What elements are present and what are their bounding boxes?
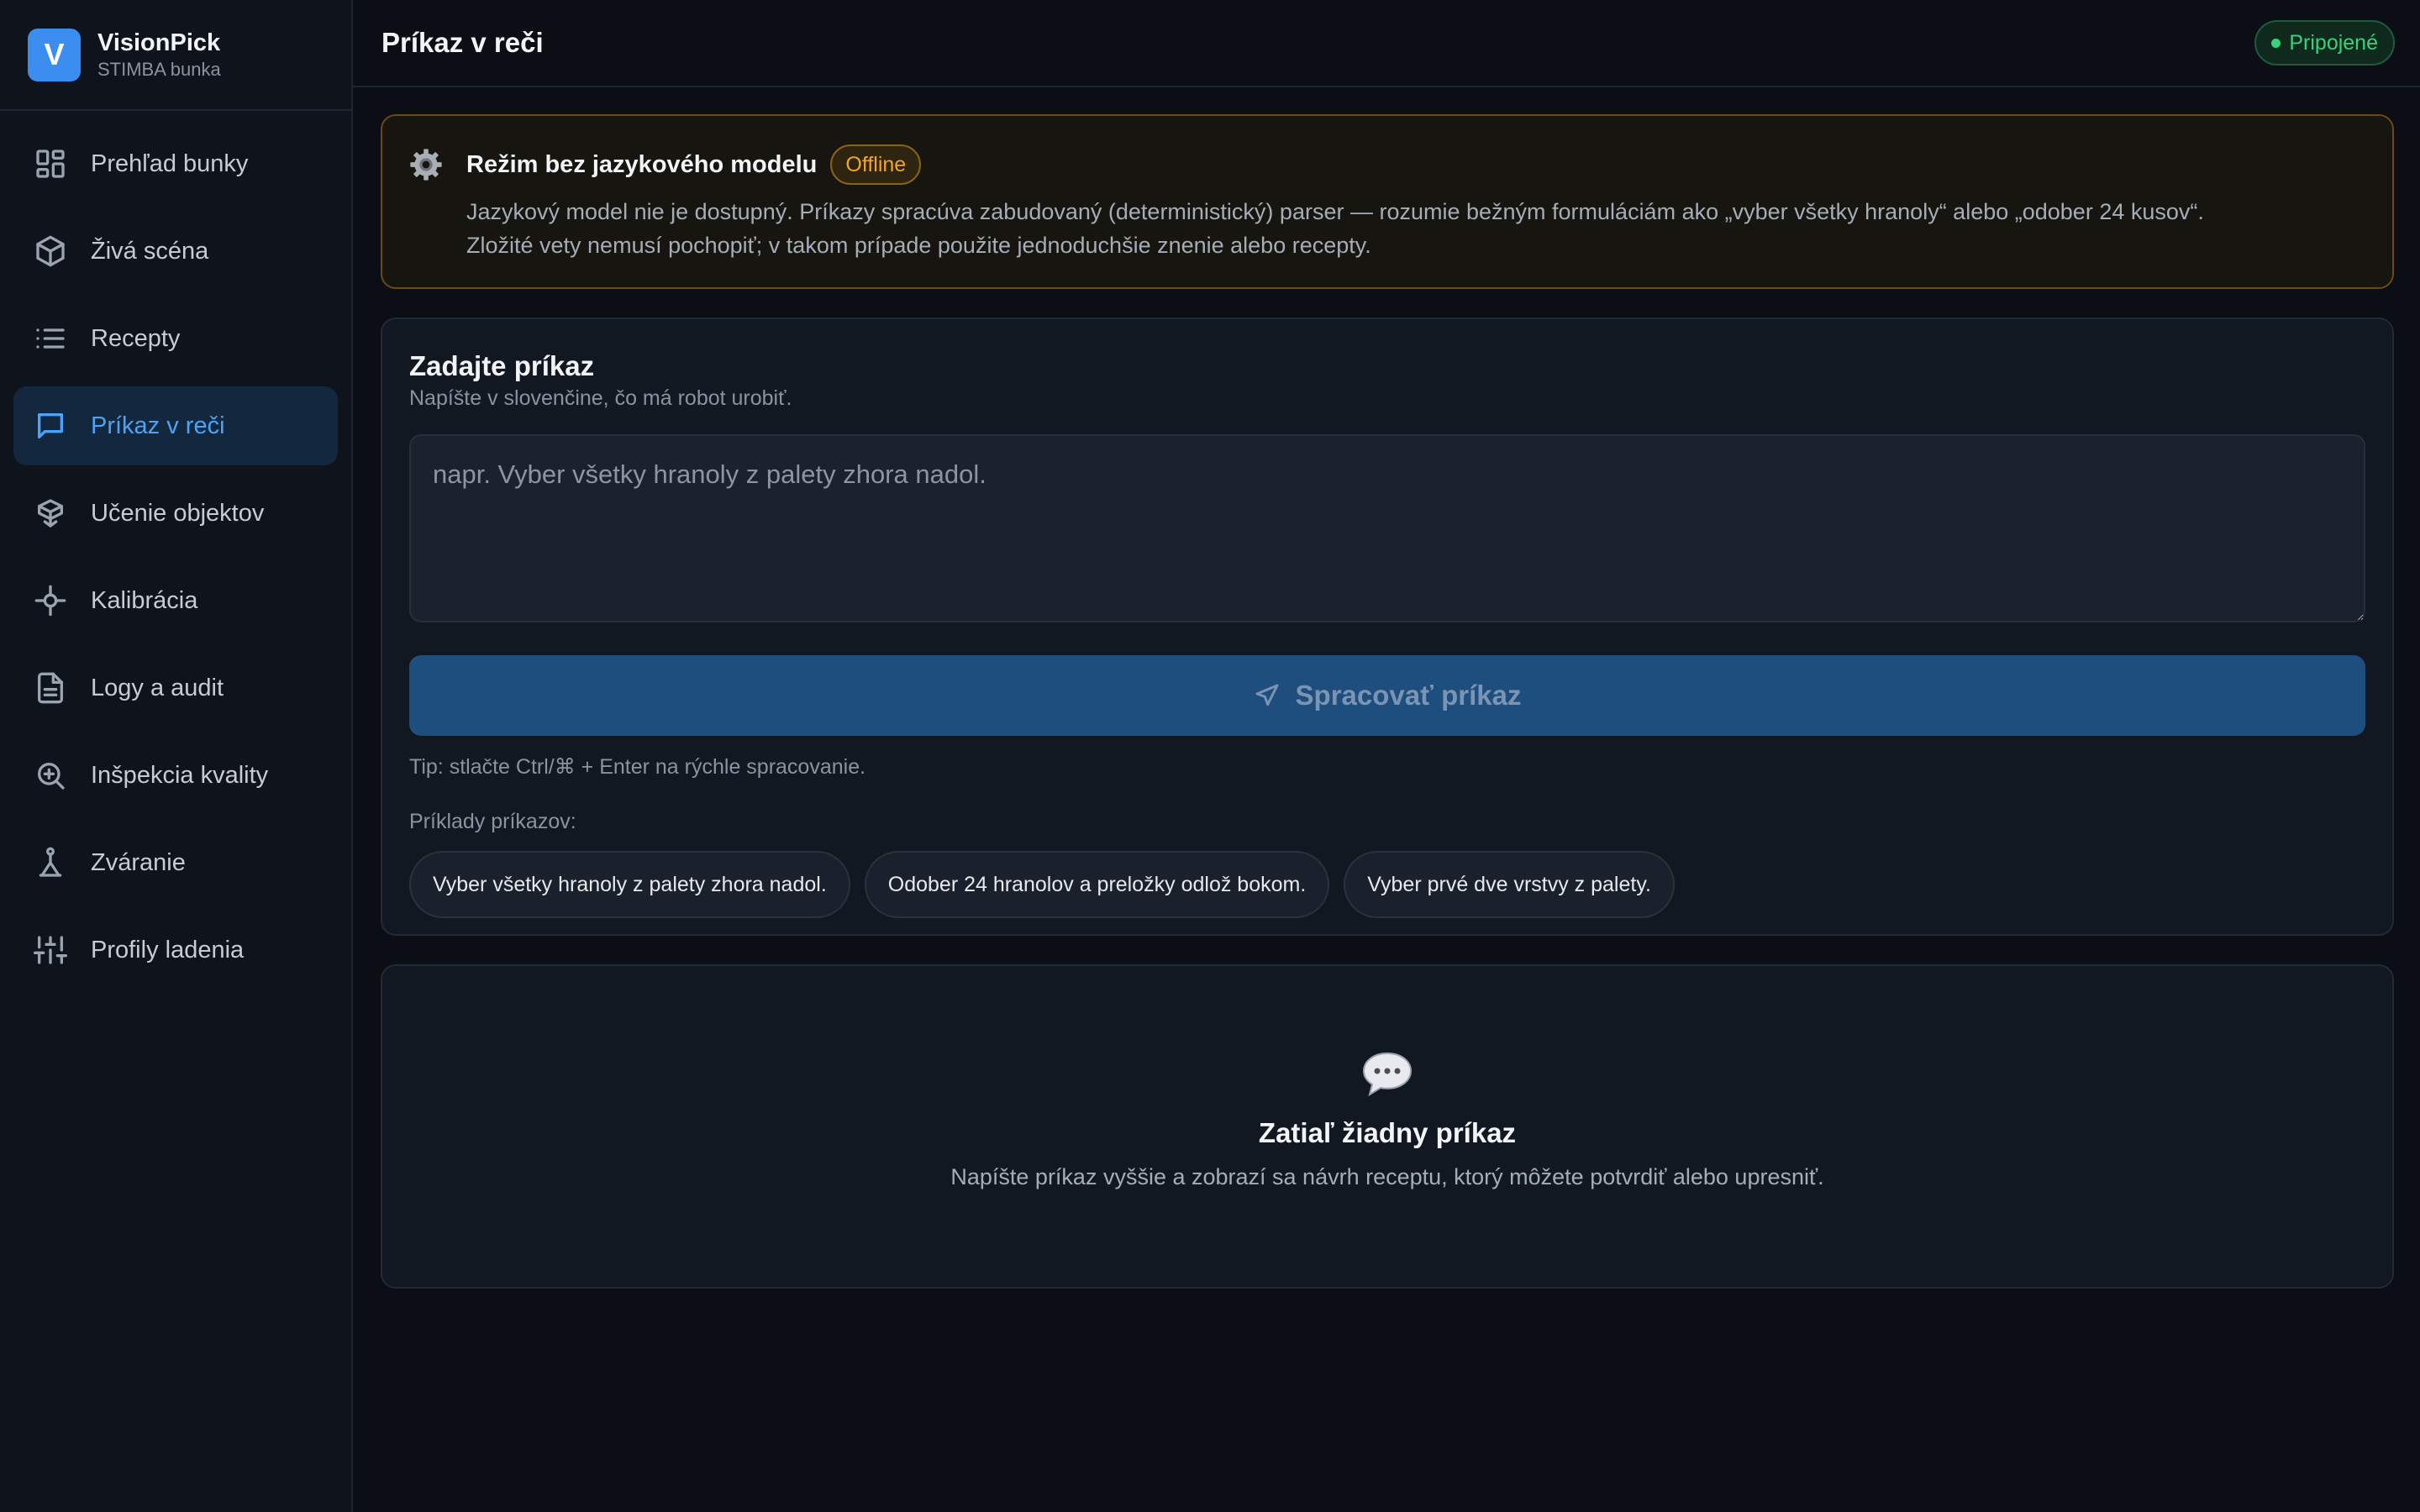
sidebar-item-label: Inšpekcia kvality [91,761,269,789]
alert-line-1: Jazykový model nie je dostupný. Príkazy … [466,199,2204,224]
sidebar-item-ucenie-objektov[interactable]: Učenie objektov [13,474,338,553]
example-chips: Vyber všetky hranoly z palety zhora nado… [409,851,2365,918]
status-text: Pripojené [2289,30,2378,55]
sidebar-item-label: Kalibrácia [91,586,198,614]
main-area: Príkaz v reči Pripojené Režim bez jazyko… [353,0,2420,1512]
message-icon [34,409,67,443]
dashboard-icon [34,147,67,181]
speech-bubble-icon [1362,1052,1413,1097]
command-input[interactable] [409,434,2365,622]
weld-torch-icon [34,846,67,879]
brand-name: VisionPick [97,29,221,56]
process-command-label: Spracovať príkaz [1295,680,1522,711]
sidebar-item-label: Recepty [91,324,181,352]
topbar: Príkaz v reči Pripojené [353,0,2420,87]
example-chip[interactable]: Vyber prvé dve vrstvy z palety. [1344,851,1675,918]
command-card: Zadajte príkaz Napíšte v slovenčine, čo … [381,318,2394,936]
example-chip[interactable]: Vyber všetky hranoly z palety zhora nado… [409,851,850,918]
brand-logo: V [28,28,81,81]
sidebar-item-prikaz-v-reci[interactable]: Príkaz v reči [13,386,338,465]
sidebar-item-zvaranie[interactable]: Zváranie [13,823,338,902]
sidebar-item-prehlad-bunky[interactable]: Prehľad bunky [13,124,338,203]
sliders-icon [34,933,67,967]
sidebar-item-label: Učenie objektov [91,499,265,527]
alert-description: Jazykový model nie je dostupný. Príkazy … [466,195,2365,262]
sidebar-item-inspekcia-kvality[interactable]: Inšpekcia kvality [13,736,338,815]
crosshair-icon [34,584,67,617]
sidebar-item-label: Prehľad bunky [91,150,249,177]
sidebar-item-label: Logy a audit [91,674,224,701]
alert-line-2: Zložité vety nemusí pochopiť; v takom pr… [466,233,1371,258]
empty-state-description: Napíšte príkaz vyššie a zobrazí sa návrh… [950,1164,1824,1189]
package-icon [34,496,67,530]
examples-label: Príklady príkazov: [409,810,576,833]
sidebar-nav: Prehľad bunky Živá scéna Recepty Príkaz … [0,111,351,1011]
cube-icon [34,234,67,268]
offline-mode-alert: Režim bez jazykového modelu Offline Jazy… [381,114,2394,289]
file-text-icon [34,671,67,705]
brand-subtitle: STIMBA bunka [97,59,221,80]
sidebar-item-label: Príkaz v reči [91,412,225,439]
sidebar: V VisionPick STIMBA bunka Prehľad bunky … [0,0,353,1512]
content: Režim bez jazykového modelu Offline Jazy… [353,87,2420,1289]
alert-title: Režim bez jazykového modelu [466,150,818,178]
zoom-in-icon [34,759,67,792]
sidebar-item-kalibracia[interactable]: Kalibrácia [13,561,338,640]
status-dot-icon [2271,38,2281,48]
list-icon [34,322,67,355]
command-card-title: Zadajte príkaz [409,350,595,381]
empty-state-title: Zatiaľ žiadny príkaz [1258,1117,1517,1148]
offline-badge: Offline [830,144,922,185]
empty-state-card: Zatiaľ žiadny príkaz Napíšte príkaz vyšš… [381,964,2394,1289]
page-title: Príkaz v reči [381,27,544,58]
sidebar-item-recepty[interactable]: Recepty [13,299,338,378]
keyboard-tip: Tip: stlačte Ctrl/⌘ + Enter na rýchle sp… [409,755,866,779]
sidebar-item-label: Zváranie [91,848,186,876]
example-chip[interactable]: Odober 24 hranolov a preložky odlož boko… [864,851,1330,918]
sidebar-item-ziva-scena[interactable]: Živá scéna [13,212,338,291]
connection-status-badge: Pripojené [2254,20,2395,66]
sidebar-item-label: Živá scéna [91,237,209,265]
sidebar-item-logy-a-audit[interactable]: Logy a audit [13,648,338,727]
sidebar-item-label: Profily ladenia [91,936,245,963]
gear-icon [409,148,443,181]
command-card-subtitle: Napíšte v slovenčine, čo má robot urobiť… [409,386,792,410]
process-command-button[interactable]: Spracovať príkaz [409,655,2365,736]
brand: V VisionPick STIMBA bunka [0,0,351,111]
send-icon [1255,684,1278,706]
sidebar-item-profily-ladenia[interactable]: Profily ladenia [13,911,338,990]
